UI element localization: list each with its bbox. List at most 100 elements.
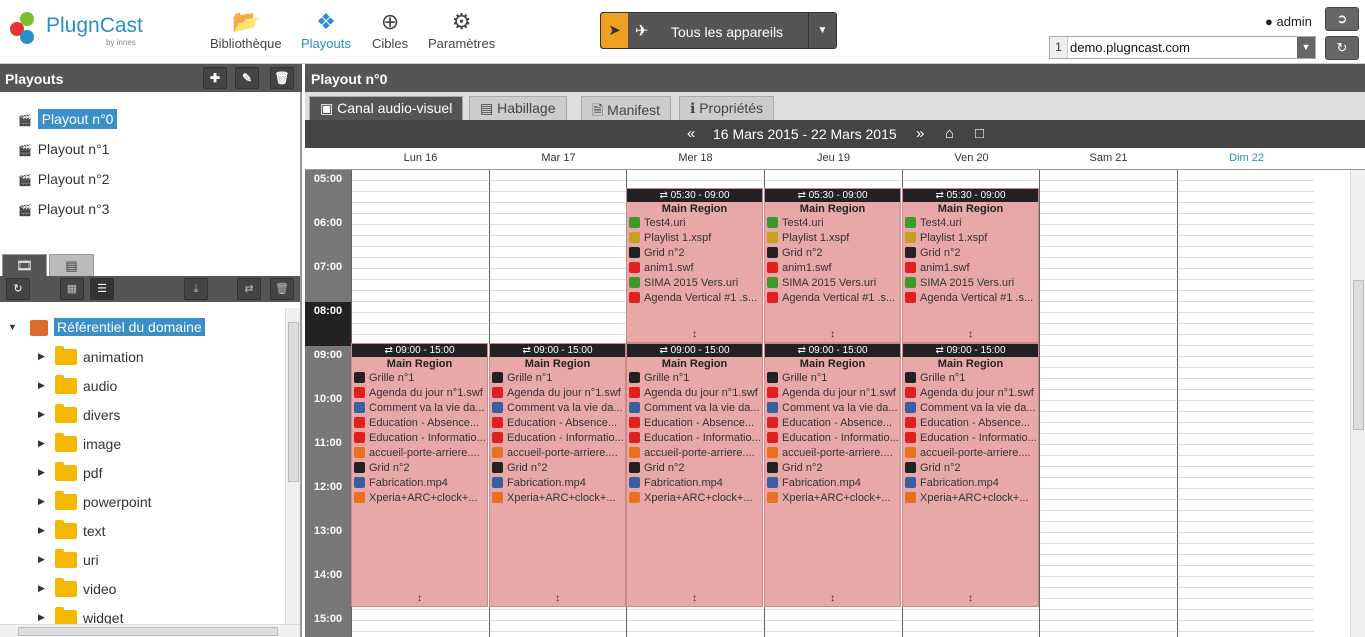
schedule-slot[interactable]: ⇄ 09:00 - 15:00 Main Region Grille n°1 Agen… [351,343,488,607]
slot-item[interactable]: SIMA 2015 Vers.uri [903,276,1038,291]
slot-item[interactable]: Education - Informatio... [352,431,487,446]
slot-item[interactable]: Education - Informatio... [627,431,762,446]
slot-item[interactable]: Comment va la vie da... [352,401,487,416]
slot-item[interactable]: Grille n°1 [903,371,1038,386]
tab-habillage[interactable]: ▤ Habillage [469,96,567,120]
slot-item[interactable]: accueil-porte-arriere.... [903,446,1038,461]
slot-item[interactable]: Comment va la vie da... [765,401,900,416]
tab-media[interactable]: 🎞 [2,254,47,278]
slot-item[interactable]: Comment va la vie da... [490,401,625,416]
schedule-slot[interactable]: ⇄ 09:00 - 15:00 Main Region Grille n°1 Agen… [626,343,763,607]
slot-item[interactable]: Education - Absence... [352,416,487,431]
resize-handle[interactable]: ↕ [490,593,625,604]
home-icon[interactable]: ⌂ [945,125,954,142]
slot-item[interactable]: accueil-porte-arriere.... [490,446,625,461]
resize-handle[interactable]: ↕ [765,593,900,604]
schedule-slot[interactable]: ⇄ 09:00 - 15:00 Main Region Grille n°1 Agen… [489,343,626,607]
nav-bibliotheque[interactable]: 📂 Bibliothèque [210,8,282,51]
device-selector[interactable]: ➤ ✈ Tous les appareils ▼ [600,12,837,49]
slot-item[interactable]: Agenda du jour n°1.swf [765,386,900,401]
tree-folder[interactable]: ▶ image [0,430,284,459]
slot-item[interactable]: Grille n°1 [765,371,900,386]
clear-icon[interactable]: □ [975,125,984,142]
slot-item[interactable]: Education - Informatio... [490,431,625,446]
nav-playouts[interactable]: ❖ Playouts [301,8,351,51]
tree-folder[interactable]: ▶ text [0,517,284,546]
tree-root[interactable]: ▼ Référentiel du domaine [0,314,284,343]
scrollbar-thumb[interactable] [18,627,278,636]
grid-view-button[interactable]: ▦ [60,278,84,300]
slot-item[interactable]: Agenda du jour n°1.swf [903,386,1038,401]
slot-item[interactable]: Grid n°2 [627,461,762,476]
slot-item[interactable]: Grid n°2 [627,246,762,261]
slot-item[interactable]: Comment va la vie da... [627,401,762,416]
caret-down-icon[interactable]: ▼ [8,322,17,332]
playout-item[interactable]: 🎬 Playout n°0 [0,104,300,134]
tab-manifest[interactable]: 🗎 Manifest [581,96,672,120]
slot-item[interactable]: Xperia+ARC+clock+... [627,491,762,506]
slot-item[interactable]: Agenda Vertical #1 .s... [627,291,762,306]
schedule-slot[interactable]: ⇄ 05:30 - 09:00 Main Region Test4.uri Playl… [902,188,1039,343]
slot-item[interactable]: Agenda Vertical #1 .s... [765,291,900,306]
slot-item[interactable]: Playlist 1.xspf [627,231,762,246]
slot-item[interactable]: accueil-porte-arriere.... [765,446,900,461]
slot-item[interactable]: anim1.swf [765,261,900,276]
move-button[interactable]: ⇄ [237,278,261,300]
slot-item[interactable]: Education - Informatio... [765,431,900,446]
slot-item[interactable]: Test4.uri [627,216,762,231]
resize-handle[interactable]: ↕ [627,593,762,604]
slot-item[interactable]: Grid n°2 [903,461,1038,476]
scrollbar-thumb[interactable] [288,322,299,482]
playout-item[interactable]: 🎬 Playout n°3 [0,194,300,224]
slot-item[interactable]: Grille n°1 [627,371,762,386]
playout-item[interactable]: 🎬 Playout n°2 [0,164,300,194]
slot-item[interactable]: Test4.uri [903,216,1038,231]
slot-item[interactable]: anim1.swf [903,261,1038,276]
caret-right-icon[interactable]: ▶ [38,612,45,623]
schedule-slot[interactable]: ⇄ 09:00 - 15:00 Main Region Grille n°1 Agen… [764,343,901,607]
delete-playout-button[interactable]: 🗑 [270,67,294,89]
slot-item[interactable]: Grid n°2 [352,461,487,476]
slot-item[interactable]: Education - Absence... [627,416,762,431]
edit-playout-button[interactable]: ✎ [235,67,259,89]
resize-handle[interactable]: ↕ [903,329,1038,340]
slot-item[interactable]: accueil-porte-arriere.... [627,446,762,461]
slot-item[interactable]: Grid n°2 [903,246,1038,261]
logout-button[interactable]: ➲ [1325,7,1359,31]
refresh-button[interactable]: ↻ [1325,36,1359,60]
caret-right-icon[interactable]: ▶ [38,351,45,362]
tree-folder[interactable]: ▶ audio [0,372,284,401]
caret-right-icon[interactable]: ▶ [38,496,45,507]
tree-folder[interactable]: ▶ animation [0,343,284,372]
tree-folder[interactable]: ▶ uri [0,546,284,575]
slot-item[interactable]: Education - Informatio... [903,431,1038,446]
slot-item[interactable]: Education - Absence... [490,416,625,431]
slot-item[interactable]: anim1.swf [627,261,762,276]
slot-item[interactable]: Agenda du jour n°1.swf [490,386,625,401]
domain-select[interactable]: 1 demo.plugncast.com ▼ [1049,36,1316,59]
download-button[interactable]: ⤓ [184,278,208,300]
resize-handle[interactable]: ↕ [765,329,900,340]
slot-item[interactable]: Grille n°1 [352,371,487,386]
tree-folder[interactable]: ▶ divers [0,401,284,430]
schedule-slot[interactable]: ⇄ 09:00 - 15:00 Main Region Grille n°1 Agen… [902,343,1039,607]
caret-right-icon[interactable]: ▶ [38,583,45,594]
slot-item[interactable]: Playlist 1.xspf [765,231,900,246]
slot-item[interactable]: Agenda Vertical #1 .s... [903,291,1038,306]
tree-folder[interactable]: ▶ video [0,575,284,604]
chevron-down-icon[interactable]: ▼ [1297,37,1315,58]
resize-handle[interactable]: ↕ [352,593,487,604]
caret-right-icon[interactable]: ▶ [38,467,45,478]
list-view-button[interactable]: ☰ [90,278,114,300]
slot-item[interactable]: Grid n°2 [490,461,625,476]
resize-handle[interactable]: ↕ [903,593,1038,604]
slot-item[interactable]: Fabrication.mp4 [765,476,900,491]
schedule-slot[interactable]: ⇄ 05:30 - 09:00 Main Region Test4.uri Playl… [764,188,901,343]
slot-item[interactable]: SIMA 2015 Vers.uri [765,276,900,291]
calendar-scrollbar[interactable] [1350,170,1365,637]
slot-item[interactable]: Agenda du jour n°1.swf [627,386,762,401]
previous-week-button[interactable]: « [687,125,695,142]
slot-item[interactable]: Grid n°2 [765,461,900,476]
slot-item[interactable]: Xperia+ARC+clock+... [903,491,1038,506]
logo[interactable]: PlugnCast by innes [10,10,150,54]
